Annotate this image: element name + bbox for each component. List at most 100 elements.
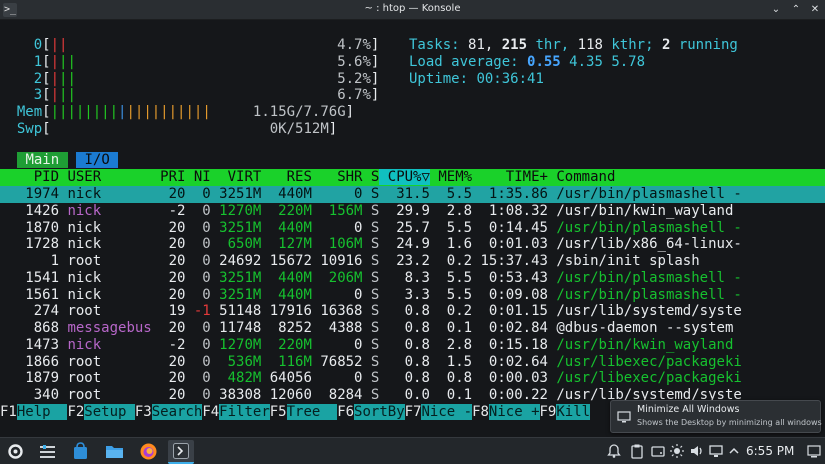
res-cell: 8252 xyxy=(261,320,312,336)
ni-cell: 0 xyxy=(185,269,211,286)
fkey-label-f1[interactable]: Help xyxy=(16,404,68,420)
cpu-cell: 0.8 xyxy=(379,303,430,320)
swap-meter: Swp[ 0K/512M] xyxy=(16,120,338,137)
column-header-2[interactable]: PRI xyxy=(152,169,185,185)
window-titlebar: >_ ~ : htop — Konsole ⌄ ⌃ ✕ xyxy=(0,0,825,20)
res-cell: 64056 xyxy=(261,370,312,387)
fkey-label-f6[interactable]: SortBy xyxy=(354,404,405,420)
table-row[interactable]: 1870 nick 20 0 3251M 440M 0 S 25.7 5.5 0… xyxy=(0,220,825,237)
column-header-1[interactable]: USER xyxy=(59,169,152,185)
fkey-f5[interactable]: F5 xyxy=(270,404,287,420)
tab-io[interactable]: I/O xyxy=(76,152,119,168)
close-icon[interactable]: ✕ xyxy=(808,3,822,17)
minimize-icon[interactable]: ⌄ xyxy=(769,3,783,17)
fkey-f9[interactable]: F9 xyxy=(540,404,557,420)
mem-cell: 5.5 xyxy=(429,219,473,236)
table-row[interactable]: 1541 nick 20 0 3251M 440M 206M S 8.3 5.5… xyxy=(0,270,825,287)
discover-store-icon[interactable] xyxy=(70,441,91,462)
state-cell: S xyxy=(362,387,380,403)
mem-cell: 1.5 xyxy=(429,353,473,370)
konsole-task-button[interactable] xyxy=(168,440,194,464)
pri-cell: 20 xyxy=(151,286,186,303)
table-row[interactable]: 1866 root 20 0 536M 116M 76852 S 0.8 1.5… xyxy=(0,354,825,371)
pri-cell: 20 xyxy=(151,186,186,202)
pri-cell: -2 xyxy=(151,336,186,353)
column-header-6[interactable]: SHR xyxy=(312,169,362,185)
table-row[interactable]: 1 root 20 0 24692 15672 10916 S 23.2 0.2… xyxy=(0,253,825,270)
user-cell: messagebus xyxy=(59,320,152,336)
pid-cell: 340 xyxy=(0,387,60,403)
system-settings-icon[interactable] xyxy=(37,441,58,462)
fkey-f2[interactable]: F2 xyxy=(67,404,84,420)
fkey-f4[interactable]: F4 xyxy=(202,404,219,420)
column-header-5[interactable]: RES xyxy=(261,169,312,185)
cpu-cell: 0.8 xyxy=(379,353,430,370)
ni-cell: 0 xyxy=(185,186,211,202)
column-header-4[interactable]: VIRT xyxy=(211,169,262,185)
maximize-icon[interactable]: ⌃ xyxy=(789,3,803,17)
column-header-7[interactable]: S xyxy=(362,169,379,185)
cpu-cell: 23.2 xyxy=(379,253,430,269)
table-row[interactable]: 868 messagebus 20 0 11748 8252 4388 S 0.… xyxy=(0,320,825,337)
column-header-3[interactable]: NI xyxy=(185,169,211,185)
table-row[interactable]: 274 root 19 -1 51148 17916 16368 S 0.8 0… xyxy=(0,303,825,320)
fkey-label-f7[interactable]: Nice - xyxy=(421,404,473,420)
state-cell: S xyxy=(362,370,380,387)
virt-cell: 3251M xyxy=(210,186,262,202)
state-cell: S xyxy=(362,353,380,370)
time-cell: 0:01.03 xyxy=(472,236,548,253)
state-cell: S xyxy=(362,236,380,253)
pri-cell: 20 xyxy=(151,269,186,286)
firefox-icon[interactable] xyxy=(138,441,159,462)
fkey-f1[interactable]: F1 xyxy=(0,404,17,420)
notifications-icon[interactable] xyxy=(606,443,622,459)
brightness-icon[interactable] xyxy=(669,443,685,459)
mem-meter: Mem[||||||||||||||||||| 1.15G/7.76G] xyxy=(16,104,355,120)
res-cell: 440M xyxy=(261,286,312,303)
terminal-area[interactable]: 0[|| 4.7%] 1[||| 5.6%] 2[||| 5.2%] 3[|||… xyxy=(0,20,825,437)
network-icon[interactable] xyxy=(708,443,724,459)
mem-cell: 1.6 xyxy=(429,236,473,253)
digital-clock[interactable]: 6:55 PM xyxy=(746,444,794,458)
table-row[interactable]: 1561 nick 20 0 3251M 440M 0 S 3.3 5.5 0:… xyxy=(0,287,825,304)
res-cell: 440M xyxy=(261,219,312,236)
fkey-f3[interactable]: F3 xyxy=(135,404,152,420)
table-row[interactable]: 1879 root 20 0 482M 64056 0 S 0.8 0.8 0:… xyxy=(0,370,825,387)
tray-expand-icon[interactable] xyxy=(726,443,742,459)
time-cell: 0:14.45 xyxy=(472,219,548,236)
tab-main[interactable]: Main xyxy=(17,152,68,168)
table-row[interactable]: 1974 nick 20 0 3251M 440M 0 S 31.5 5.5 1… xyxy=(0,186,825,203)
command-cell: @dbus-daemon --system xyxy=(547,320,734,336)
volume-icon[interactable] xyxy=(689,443,705,459)
command-cell: /usr/libexec/packageki xyxy=(547,370,742,387)
cpu-cell: 0.8 xyxy=(379,336,430,353)
column-header-11[interactable]: Command xyxy=(548,169,615,185)
fkey-label-f3[interactable]: Search xyxy=(151,404,203,420)
fkey-label-f2[interactable]: Setup xyxy=(84,404,135,420)
user-cell: root xyxy=(59,370,152,387)
peek-desktop-icon[interactable] xyxy=(806,443,822,459)
fkey-f7[interactable]: F7 xyxy=(405,404,422,420)
column-header-10[interactable]: TIME+ xyxy=(472,169,548,185)
fkey-f6[interactable]: F6 xyxy=(337,404,354,420)
fkey-f8[interactable]: F8 xyxy=(472,404,489,420)
table-row[interactable]: 1426 nick -2 0 1270M 220M 156M S 29.9 2.… xyxy=(0,203,825,220)
table-row[interactable]: 1473 nick -2 0 1270M 220M 0 S 0.8 2.8 0:… xyxy=(0,337,825,354)
fkey-label-f5[interactable]: Tree xyxy=(286,404,338,420)
shr-cell: 0 xyxy=(311,370,363,387)
pri-cell: 19 xyxy=(151,303,186,320)
application-launcher-icon[interactable] xyxy=(5,441,26,462)
fkey-label-f8[interactable]: Nice + xyxy=(488,404,540,420)
column-header-9[interactable]: MEM% xyxy=(430,169,472,185)
storage-devices-icon[interactable] xyxy=(650,443,666,459)
mem-cell: 2.8 xyxy=(429,336,473,353)
virt-cell: 3251M xyxy=(210,269,262,286)
column-header-8[interactable]: CPU%▽ xyxy=(379,169,430,185)
file-manager-icon[interactable] xyxy=(104,441,125,462)
fkey-label-f4[interactable]: Filter xyxy=(219,404,270,420)
column-header-0[interactable]: PID xyxy=(0,169,59,185)
fkey-label-f9[interactable]: Kill xyxy=(556,404,591,420)
virt-cell: 51148 xyxy=(210,303,262,320)
clipboard-icon[interactable] xyxy=(629,443,645,459)
table-row[interactable]: 1728 nick 20 0 650M 127M 106M S 24.9 1.6… xyxy=(0,236,825,253)
